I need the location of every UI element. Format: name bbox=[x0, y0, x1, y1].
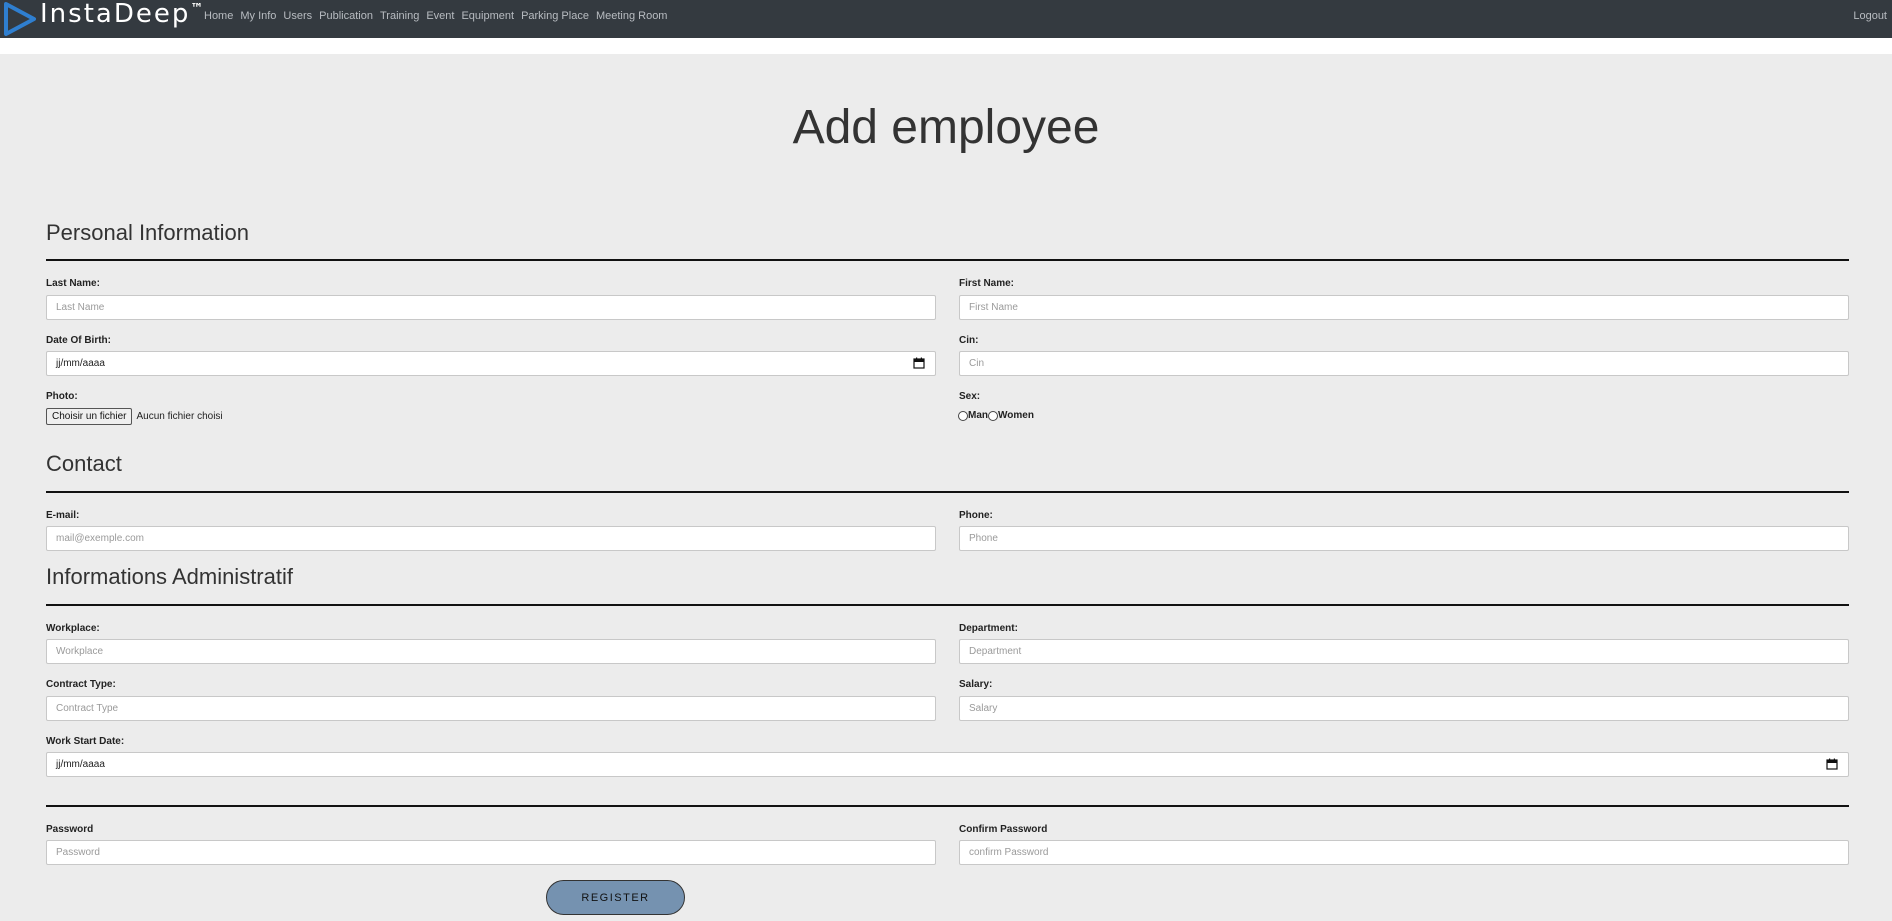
section-divider bbox=[46, 491, 1849, 493]
password-label: Password bbox=[46, 824, 94, 835]
nav-training[interactable]: Training bbox=[380, 10, 419, 22]
page-title: Add employee bbox=[792, 101, 1100, 154]
first-name-input[interactable] bbox=[959, 295, 1849, 320]
sex-radio-group: Man Women bbox=[958, 410, 1034, 421]
radio-women[interactable] bbox=[988, 410, 998, 421]
phone-label: Phone: bbox=[959, 510, 993, 521]
photo-label: Photo: bbox=[46, 391, 78, 402]
section-title-personal: Personal Information bbox=[46, 220, 249, 245]
workplace-label: Workplace: bbox=[46, 623, 100, 634]
logout-link[interactable]: Logout bbox=[1853, 10, 1887, 22]
contract-type-label: Contract Type: bbox=[46, 679, 116, 690]
password-input[interactable] bbox=[46, 840, 936, 865]
nav-meeting-room[interactable]: Meeting Room bbox=[596, 10, 668, 22]
confirm-password-input[interactable] bbox=[959, 840, 1849, 865]
section-title-contact: Contact bbox=[46, 451, 122, 476]
last-name-input[interactable] bbox=[46, 295, 936, 320]
email-input[interactable] bbox=[46, 526, 936, 551]
section-title-admin: Informations Administratif bbox=[46, 564, 293, 589]
nav-home[interactable]: Home bbox=[204, 10, 233, 22]
first-name-label: First Name: bbox=[959, 278, 1015, 289]
cin-input[interactable] bbox=[959, 351, 1849, 376]
choose-file-button[interactable]: Choisir un fichier bbox=[46, 408, 133, 425]
dob-input[interactable]: jj/mm/aaaa bbox=[46, 351, 936, 376]
department-label: Department: bbox=[959, 623, 1018, 634]
nav-my-info[interactable]: My Info bbox=[240, 10, 276, 22]
play-triangle-icon bbox=[4, 2, 36, 36]
section-divider bbox=[46, 805, 1849, 807]
salary-input[interactable] bbox=[959, 696, 1849, 721]
dob-value: jj/mm/aaaa bbox=[56, 358, 105, 369]
work-start-input[interactable]: jj/mm/aaaa bbox=[46, 752, 1849, 777]
nav-equipment[interactable]: Equipment bbox=[461, 10, 514, 22]
last-name-label: Last Name: bbox=[46, 278, 100, 289]
register-button[interactable]: REGISTER bbox=[546, 880, 685, 915]
file-status: Aucun fichier choisi bbox=[136, 411, 223, 422]
radio-man[interactable] bbox=[958, 410, 968, 421]
header-spacer bbox=[0, 38, 1892, 54]
cin-label: Cin: bbox=[959, 335, 979, 346]
department-input[interactable] bbox=[959, 639, 1849, 664]
work-start-label: Work Start Date: bbox=[46, 736, 125, 747]
workplace-input[interactable] bbox=[46, 639, 936, 664]
calendar-icon[interactable] bbox=[913, 357, 925, 369]
radio-women-label: Women bbox=[998, 410, 1034, 421]
nav-users[interactable]: Users bbox=[283, 10, 312, 22]
sex-label: Sex: bbox=[959, 391, 981, 402]
section-divider bbox=[46, 259, 1849, 261]
brand-name: InstaDeep™ bbox=[40, 0, 204, 29]
confirm-password-label: Confirm Password bbox=[959, 824, 1048, 835]
email-label: E-mail: bbox=[46, 510, 80, 521]
nav-publication[interactable]: Publication bbox=[319, 10, 373, 22]
nav-event[interactable]: Event bbox=[426, 10, 454, 22]
phone-input[interactable] bbox=[959, 526, 1849, 551]
contract-type-input[interactable] bbox=[46, 696, 936, 721]
photo-file-input: Choisir un fichier Aucun fichier choisi bbox=[46, 408, 223, 425]
dob-label: Date Of Birth: bbox=[46, 335, 111, 346]
nav-parking-place[interactable]: Parking Place bbox=[521, 10, 589, 22]
work-start-value: jj/mm/aaaa bbox=[56, 759, 105, 770]
salary-label: Salary: bbox=[959, 679, 993, 690]
top-navbar: InstaDeep™ Home My Info Users Publicatio… bbox=[0, 0, 1892, 38]
calendar-icon[interactable] bbox=[1826, 758, 1838, 770]
section-divider bbox=[46, 604, 1849, 606]
radio-man-label: Man bbox=[968, 410, 988, 421]
nav-links: Home My Info Users Publication Training … bbox=[204, 10, 674, 22]
